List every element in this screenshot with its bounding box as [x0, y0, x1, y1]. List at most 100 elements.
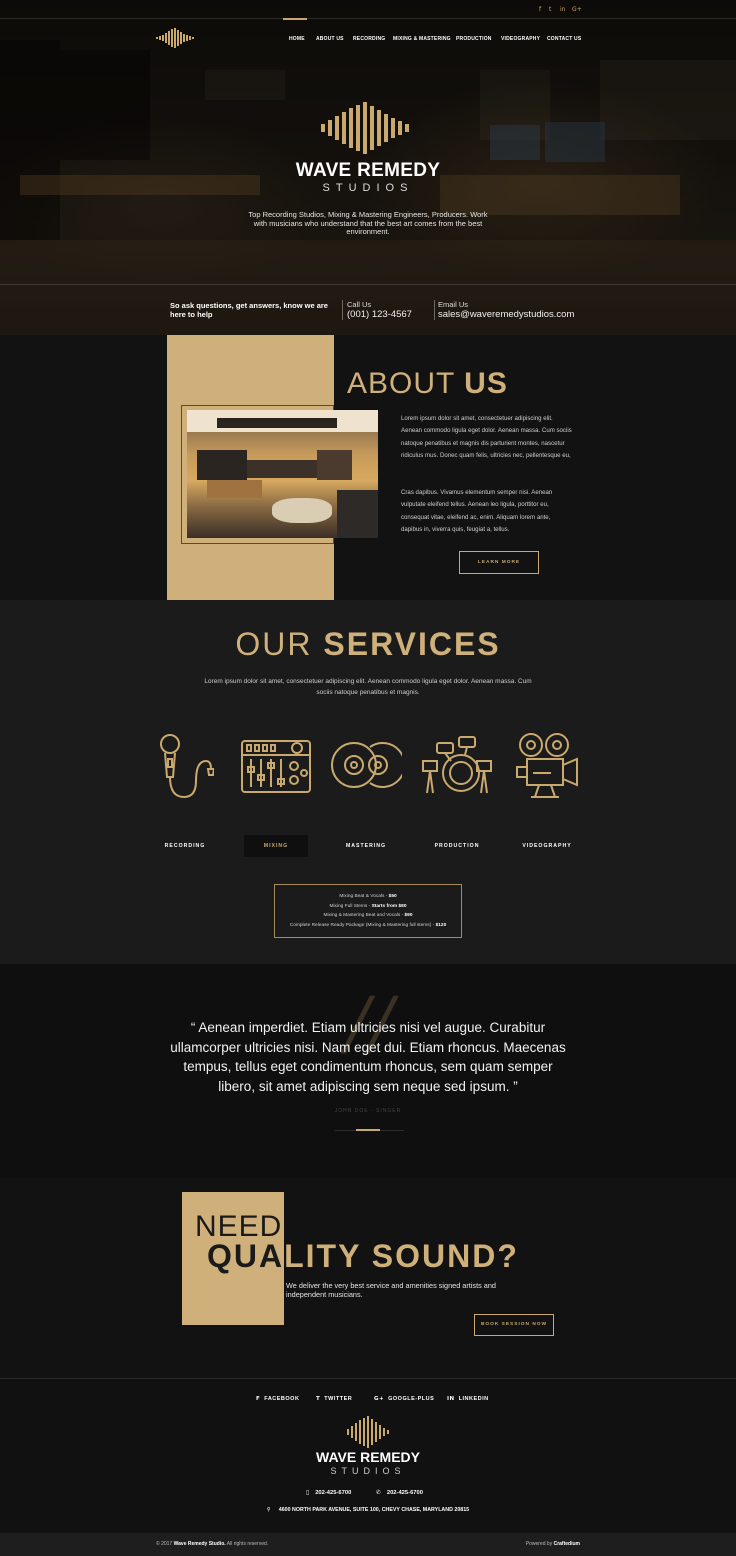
cta-heading: QUALITY SOUND? [207, 1238, 519, 1275]
twitter-icon[interactable]: t [549, 6, 551, 13]
carousel-indicator[interactable] [356, 1129, 380, 1131]
about-title-bold: US [464, 367, 508, 400]
price-label: Mixing & Mastering Beat and Vocals - [323, 913, 405, 918]
price-list: Mixing Beat & Vocals - $50 Mixing Full S… [274, 884, 462, 938]
nav-home[interactable]: Home [289, 36, 305, 42]
call-number[interactable]: (001) 123-4567 [347, 309, 412, 320]
nav-videography[interactable]: Videography [501, 36, 540, 42]
microphone-icon [160, 734, 214, 799]
testimonial-section: // “ Aenean imperdiet. Etiam ultricies n… [0, 964, 736, 1178]
about-section: ABOUT US Lorem ipsum dolor sit amet, con… [0, 335, 736, 600]
services-title: OUR SERVICES [0, 626, 736, 663]
linkedin-icon: in [447, 1396, 455, 1402]
footer: f FACEBOOK t TWITTER G+ GOOGLE-PLUS in LINKE… [0, 1379, 736, 1533]
nav-about-us[interactable]: About Us [316, 36, 344, 42]
call-label: Call Us [347, 300, 372, 309]
footer-brand-subtitle: STUDIOS [330, 1466, 406, 1476]
footer-facebook-link[interactable]: f FACEBOOK [256, 1396, 299, 1402]
testimonial-quote: “ Aenean imperdiet. Etiam ultricies nisi… [170, 1020, 566, 1094]
learn-more-button[interactable]: LEARN MORE [459, 551, 539, 574]
hero-tagline: Top Recording Studios, Mixing & Masterin… [248, 210, 488, 236]
copyright-text: © 2017 Wave Remedy Studio. All rights re… [156, 1541, 268, 1547]
mobile-icon: ▯ [306, 1490, 310, 1496]
price-item: Mixing & Mastering Beat and Vocals - $90 [275, 911, 461, 921]
services-section: OUR SERVICES Lorem ipsum dolor sit amet,… [0, 600, 736, 964]
phone-number: 202-425-6700 [315, 1490, 352, 1496]
footer-social-label: TWITTER [324, 1396, 353, 1402]
email-label: Email Us [438, 300, 469, 309]
contact-ask-text: So ask questions, get answers, know we a… [170, 301, 328, 319]
about-paragraph-1: Lorem ipsum dolor sit amet, consectetuer… [401, 415, 572, 459]
cta-section: NEED QUALITY SOUND? We deliver the very … [0, 1178, 736, 1378]
price-label: Complete Release Ready Package (Mixing &… [289, 922, 436, 928]
photo-sofa [337, 490, 378, 538]
nav-mixing-mastering[interactable]: Mixing & Mastering [393, 36, 451, 42]
cta-heading-gold: LITY SOUND? [284, 1238, 519, 1274]
nav-production[interactable]: Production [456, 36, 492, 42]
hero-subtitle: STUDIOS [322, 182, 414, 194]
services-description: Lorem ipsum dolor sit amet, consectetuer… [204, 678, 532, 696]
powered-by: Powered by Craftedium [526, 1541, 580, 1547]
discs-icon [331, 742, 402, 788]
hero-divider [0, 284, 736, 285]
photo-table [207, 480, 262, 498]
tab-production[interactable]: PRODUCTION [425, 835, 489, 857]
drums-icon [422, 736, 492, 794]
book-session-button[interactable]: BOOK SESSION NOW [474, 1314, 554, 1336]
powered-brand[interactable]: Craftedium [554, 1541, 580, 1547]
about-studio-photo [187, 410, 378, 538]
footer-social-label: FACEBOOK [264, 1396, 300, 1402]
nav-active-indicator [283, 18, 307, 20]
price-item: Mixing Full Stems - Starts from $80 [275, 902, 461, 912]
price-value: $50 [388, 894, 397, 899]
tab-mastering[interactable]: MASTERING [334, 835, 398, 857]
photo-ceiling-panel [217, 418, 337, 428]
tab-recording[interactable]: RECORDING [153, 835, 217, 857]
map-pin-icon: ⚲ [266, 1507, 271, 1513]
google-plus-icon: G+ [374, 1396, 385, 1402]
photo-equipment [197, 450, 247, 480]
tab-mixing[interactable]: MIXING [244, 835, 308, 857]
services-title-light: OUR [235, 626, 313, 662]
nav-recording[interactable]: Recording [353, 36, 385, 42]
photo-console [247, 460, 317, 478]
mixer-icon [241, 740, 311, 793]
price-item: Complete Release Ready Package (Mixing &… [275, 921, 461, 931]
price-value: $120 [435, 922, 447, 928]
divider [342, 300, 343, 320]
footer-logo-icon [347, 1416, 389, 1448]
copyright-brand[interactable]: Wave Remedy Studio. [174, 1541, 226, 1547]
address-text: 4600 NORTH PARK AVENUE, SUITE 100, CHEVY… [278, 1507, 470, 1513]
about-title-light: ABOUT [347, 367, 455, 400]
photo-door [317, 450, 352, 480]
copyright-bar: © 2017 Wave Remedy Studio. All rights re… [0, 1533, 736, 1556]
photo-rug [272, 498, 332, 523]
price-label: Mixing Beat & Vocals - [339, 894, 389, 899]
email-address[interactable]: sales@waveremedystudios.com [438, 309, 574, 320]
footer-google-plus-link[interactable]: G+ GOOGLE-PLUS [374, 1396, 434, 1402]
google-plus-icon[interactable]: G+ [572, 6, 582, 13]
phone-icon: ✆ [376, 1490, 381, 1496]
about-paragraph-2: Cras dapibus. Vivamus elementum semper n… [401, 489, 553, 533]
footer-twitter-link[interactable]: t TWITTER [316, 1396, 352, 1402]
cta-heading-dark: QUA [207, 1238, 285, 1274]
footer-brand-title: WAVE REMEDY [316, 1449, 420, 1465]
cta-description: We deliver the very best service and ame… [286, 1281, 496, 1299]
video-camera-icon [516, 733, 578, 798]
tab-videography[interactable]: VIDEOGRAPHY [515, 835, 579, 857]
linkedin-icon[interactable]: in [560, 6, 565, 13]
facebook-icon[interactable]: f [539, 6, 541, 13]
copyright-suffix: All rights reserved. [225, 1541, 269, 1547]
footer-phone-1[interactable]: ▯ 202-425-6700 [306, 1490, 351, 1496]
logo-icon[interactable] [156, 28, 196, 48]
nav-contact-us[interactable]: Contact Us [547, 36, 581, 42]
topbar-divider [0, 18, 736, 19]
footer-phone-2[interactable]: ✆ 202-425-6700 [376, 1490, 423, 1496]
price-item: Mixing Beat & Vocals - $50 [275, 892, 461, 902]
footer-linkedin-link[interactable]: in LINKEDIN [447, 1396, 489, 1402]
about-title: ABOUT US [347, 367, 508, 401]
logo-waveform-icon [321, 102, 409, 154]
hero-section: f t in G+ Home About Us Recording Mixing… [0, 0, 736, 335]
copyright-prefix: © 2017 [156, 1541, 174, 1547]
footer-social-label: LINKEDIN [458, 1396, 489, 1402]
